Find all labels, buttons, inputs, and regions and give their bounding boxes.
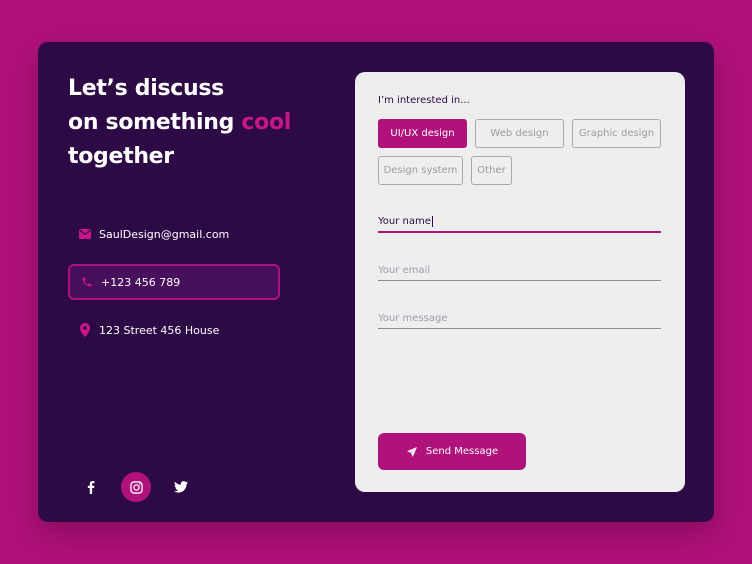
chip-other[interactable]: Other [471,156,512,185]
headline-line-2: on something cool [68,106,291,140]
text-caret [431,216,433,227]
contact-address-text: 123 Street 456 House [99,323,220,337]
contact-email-text: SaulDesign@gmail.com [99,227,230,241]
contact-phone-text: +123 456 789 [101,275,181,289]
headline-line-2-prefix: on something [68,110,242,135]
chip-design-system[interactable]: Design system [378,156,463,185]
contact-card: Let’s discuss on something cool together… [38,42,714,522]
contact-email[interactable]: SaulDesign@gmail.com [68,216,280,252]
twitter-icon[interactable] [166,472,196,502]
send-message-label: Send Message [425,446,499,457]
chip-graphic-design[interactable]: Graphic design [572,119,661,148]
mail-icon [78,227,92,241]
message-field[interactable]: Your message [378,305,661,329]
interest-label: I’m interested in... [378,95,470,106]
phone-icon [80,275,94,289]
email-field-placeholder: Your email [378,265,431,276]
contact-phone[interactable]: +123 456 789 [68,264,280,300]
send-icon [406,446,418,458]
chip-ui-ux-design[interactable]: UI/UX design [378,119,467,148]
name-field-text: Your name [378,216,431,227]
chip-web-design[interactable]: Web design [475,119,564,148]
headline-accent: cool [241,110,292,135]
send-message-button[interactable]: Send Message [378,433,526,470]
location-pin-icon [78,323,92,337]
facebook-icon[interactable] [76,472,106,502]
headline-line-1: Let’s discuss [68,76,224,101]
contact-form: I’m interested in... UI/UX design Web de… [355,72,685,492]
name-field[interactable]: Your name [378,209,661,233]
contact-address[interactable]: 123 Street 456 House [68,312,280,348]
headline-line-3: together [68,144,174,169]
email-field[interactable]: Your email [378,257,661,281]
social-links [76,472,211,502]
message-field-placeholder: Your message [378,313,448,324]
headline: Let’s discuss on something cool together [68,72,291,174]
instagram-icon[interactable] [121,472,151,502]
